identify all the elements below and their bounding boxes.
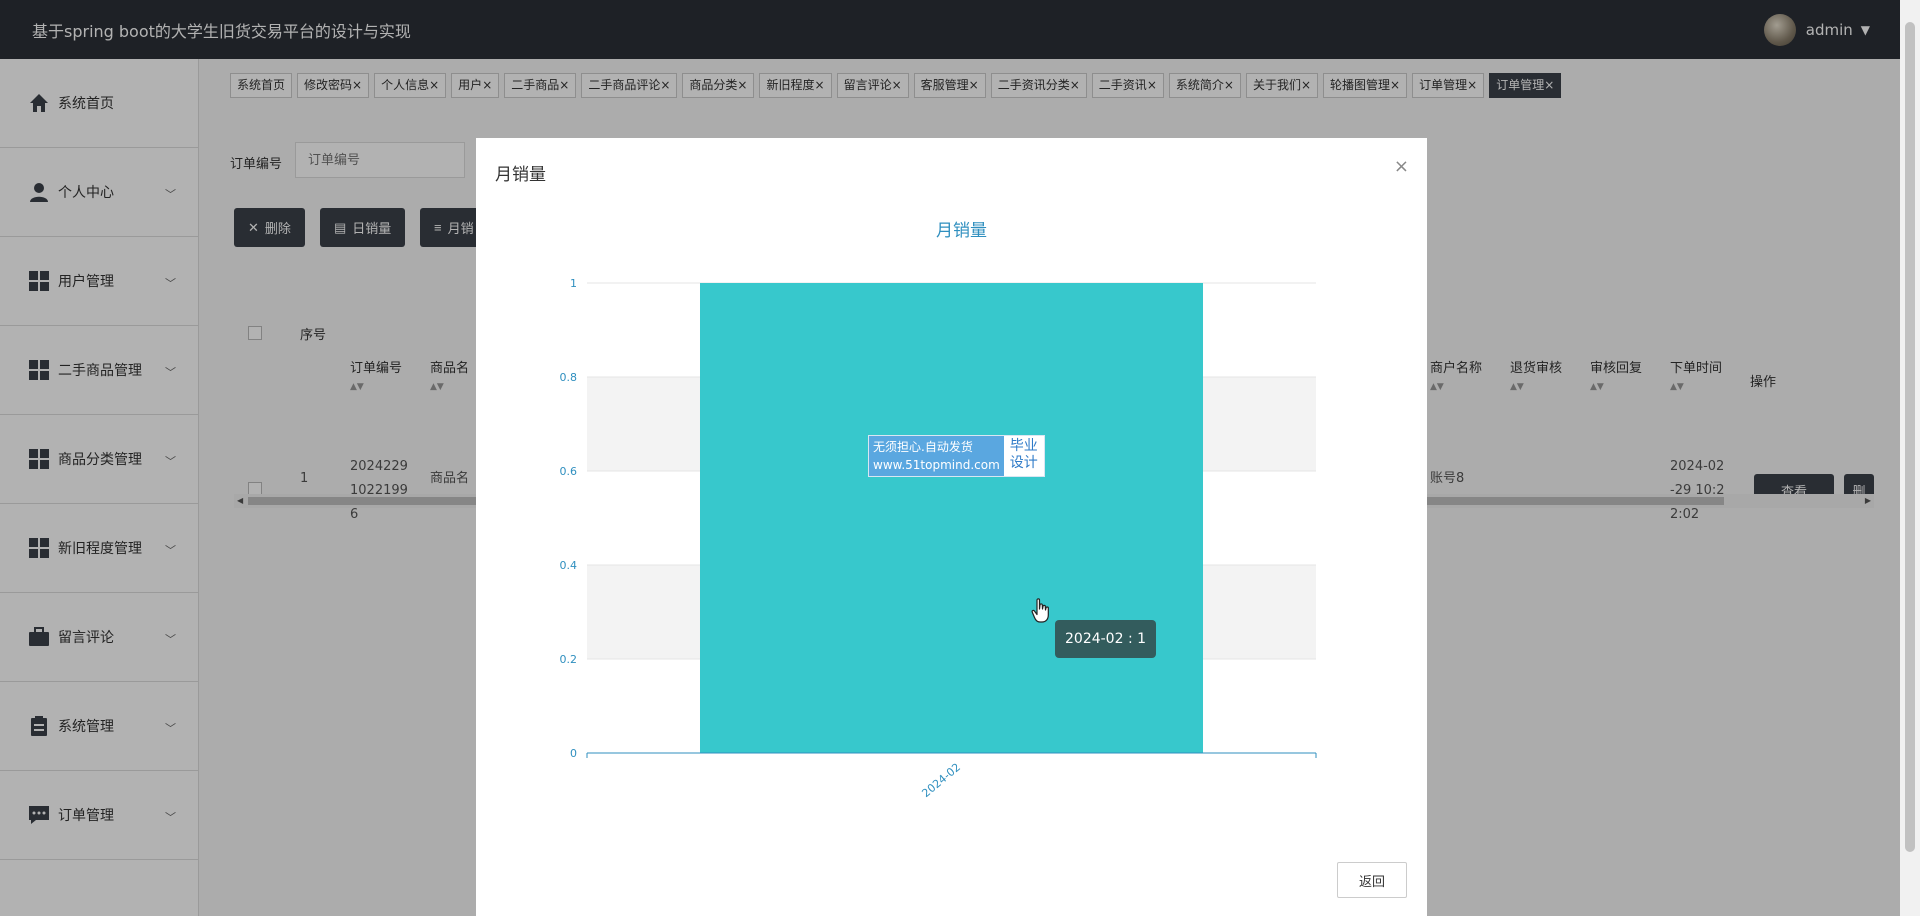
chart-tooltip: 2024-02 : 1 — [1055, 620, 1157, 658]
chart-title: 月销量 — [936, 221, 987, 241]
dialog-title: 月销量 — [495, 165, 546, 185]
y-tick-label: 0 — [570, 747, 577, 760]
monthly-sales-dialog: 月销量 × 月销量 0 0.2 0.4 0.6 0.8 1 2024-02 无须担心.自动发货… — [476, 138, 1427, 916]
watermark-text: 设计 — [1009, 455, 1038, 471]
page-scrollbar[interactable] — [1900, 0, 1920, 916]
page-scrollbar-thumb[interactable] — [1905, 22, 1915, 852]
y-tick-label: 0.8 — [560, 371, 578, 384]
y-tick-label: 0.2 — [560, 653, 578, 666]
back-button[interactable]: 返回 — [1337, 862, 1407, 898]
modal-overlay[interactable]: 月销量 × 月销量 0 0.2 0.4 0.6 0.8 1 2024-02 无须担心.自动发货… — [0, 0, 1900, 916]
bar — [699, 283, 1204, 753]
watermark-text: 毕业 — [1009, 438, 1038, 454]
watermark-left: 无须担心.自动发货 www.51topmind.com — [869, 436, 1004, 476]
x-tick-label: 2024-02 — [919, 761, 963, 801]
watermark-text: 无须担心.自动发货 — [873, 440, 973, 454]
y-tick-label: 0.6 — [560, 465, 578, 478]
y-tick-label: 0.4 — [560, 559, 578, 572]
close-icon[interactable]: × — [1394, 156, 1409, 177]
hand-cursor-icon — [1031, 598, 1049, 623]
watermark-badge: 无须担心.自动发货 www.51topmind.com 毕业 设计 — [868, 435, 1045, 477]
y-tick-label: 1 — [570, 277, 577, 290]
watermark-url: www.51topmind.com — [873, 458, 1000, 472]
monthly-sales-chart: 月销量 0 0.2 0.4 0.6 0.8 1 2024-02 — [560, 221, 1317, 801]
watermark-right: 毕业 设计 — [1003, 436, 1044, 476]
